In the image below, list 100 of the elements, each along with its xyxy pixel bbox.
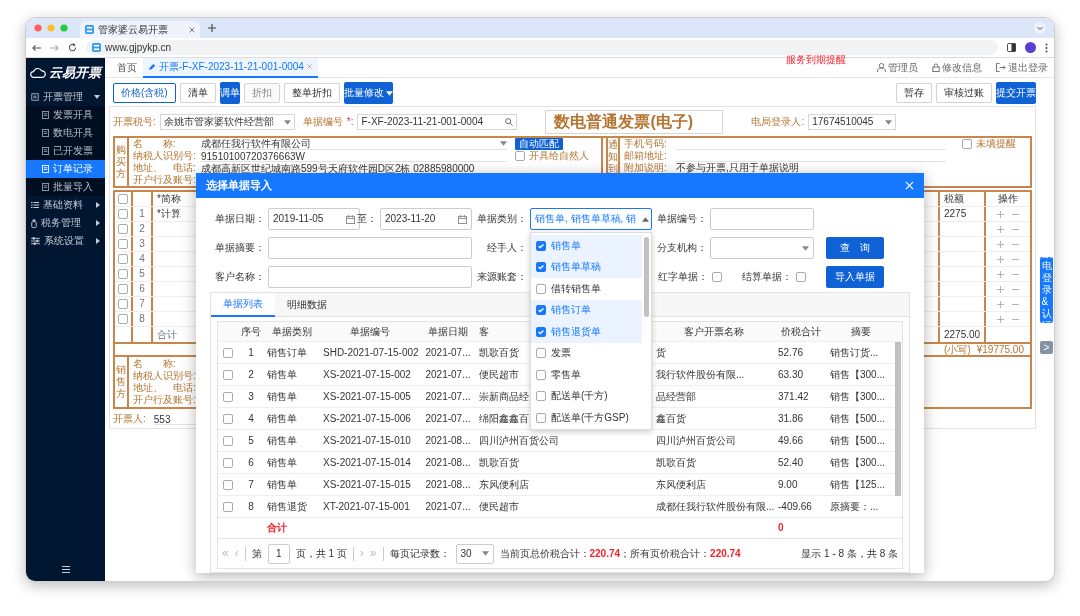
import-button[interactable]: 导入单据: [826, 266, 884, 288]
checkbox[interactable]: [118, 239, 128, 249]
checkbox[interactable]: [536, 240, 546, 251]
checkbox[interactable]: [118, 224, 128, 234]
match-button[interactable]: 自动匹配: [515, 138, 563, 150]
close-icon[interactable]: [189, 26, 195, 33]
menu-option[interactable]: 零售单: [531, 364, 642, 386]
plus-icon[interactable]: [997, 285, 1004, 293]
sidebar-icon[interactable]: [1007, 43, 1016, 52]
close-icon[interactable]: [306, 64, 312, 69]
checkbox[interactable]: [223, 436, 233, 446]
checkbox[interactable]: [536, 262, 546, 273]
menu-option[interactable]: 配送单(千方GSP): [531, 407, 642, 429]
menu-option[interactable]: 销售单: [531, 235, 642, 257]
select-field[interactable]: [710, 237, 814, 259]
menu-option[interactable]: 销售订单: [531, 299, 642, 321]
new-tab-icon[interactable]: [208, 24, 216, 32]
toolbar-button[interactable]: 提交开票: [996, 82, 1036, 104]
checkbox[interactable]: [118, 209, 128, 219]
checkbox[interactable]: [223, 480, 233, 490]
back-icon[interactable]: [32, 43, 41, 52]
calendar-icon[interactable]: [346, 214, 355, 224]
input-field[interactable]: [268, 237, 472, 259]
plus-icon[interactable]: [997, 315, 1004, 323]
select-field[interactable]: 余姚市管家婆软件经营部: [159, 114, 295, 130]
tab[interactable]: 单据列表: [211, 293, 275, 317]
checkbox[interactable]: [536, 283, 546, 294]
checkbox[interactable]: [118, 314, 128, 324]
checkbox[interactable]: [962, 139, 972, 149]
browser-tab[interactable]: 管家婆云易开票: [80, 21, 200, 38]
checkbox[interactable]: [223, 501, 233, 512]
checkbox[interactable]: [118, 299, 128, 309]
page-tab[interactable]: 首页: [111, 57, 143, 78]
checkbox[interactable]: [223, 458, 233, 468]
toolbar-button[interactable]: 调单: [219, 82, 240, 104]
menu-option[interactable]: 销售退货单: [531, 321, 642, 343]
plus-icon[interactable]: [997, 210, 1004, 218]
toolbar-button[interactable]: 暂存: [896, 83, 932, 103]
select-field[interactable]: 成都任我行软件有限公司: [201, 138, 507, 150]
checkbox[interactable]: [118, 194, 128, 204]
checkbox[interactable]: [536, 391, 546, 402]
toolbar-button[interactable]: 批量修改: [343, 82, 394, 104]
toolbar-button[interactable]: 清单: [179, 83, 216, 103]
input-field[interactable]: [710, 208, 814, 230]
plus-icon[interactable]: [997, 300, 1004, 308]
forward-icon[interactable]: [50, 43, 59, 52]
minus-icon[interactable]: [1012, 273, 1019, 275]
plus-icon[interactable]: [997, 225, 1004, 233]
menu-option[interactable]: 销售单草稿: [531, 256, 642, 278]
input-field[interactable]: 91510100720376663W: [201, 150, 507, 162]
minus-icon[interactable]: [1012, 228, 1019, 230]
input-field[interactable]: [268, 266, 472, 288]
checkbox[interactable]: [223, 392, 233, 402]
minus-icon[interactable]: [1012, 213, 1019, 215]
minus-icon[interactable]: [1012, 318, 1019, 320]
address-field[interactable]: www.gjpykp.cn: [86, 40, 998, 55]
window-buttons-icon[interactable]: [34, 24, 70, 32]
minus-icon[interactable]: [1012, 288, 1019, 290]
checkbox[interactable]: [536, 412, 546, 423]
multi-select-field[interactable]: 销售单, 销售单草稿, 销: [530, 208, 652, 230]
menu-option[interactable]: 借转销售单: [531, 278, 642, 300]
checkbox[interactable]: [118, 254, 128, 264]
checkbox[interactable]: [223, 348, 233, 358]
header-link[interactable]: 管理员: [877, 61, 918, 74]
menu-option[interactable]: 配送单(千方): [531, 385, 642, 407]
calendar-icon[interactable]: [458, 214, 467, 224]
scrollbar[interactable]: [644, 237, 649, 317]
toolbar-button[interactable]: 审核过账: [936, 83, 992, 103]
minus-icon[interactable]: [1012, 243, 1019, 245]
header-link[interactable]: 修改信息: [932, 61, 982, 74]
plus-icon[interactable]: [997, 255, 1004, 263]
checkbox[interactable]: [796, 272, 806, 282]
checkbox[interactable]: [223, 370, 233, 380]
select-field[interactable]: 17674510045: [808, 114, 897, 130]
date-field[interactable]: 2023-11-20: [380, 208, 472, 230]
invoice-type-select[interactable]: 数电普通发票(电子): [545, 110, 724, 134]
header-link[interactable]: 退出登录: [996, 61, 1048, 74]
reload-icon[interactable]: [68, 43, 77, 52]
menu-icon[interactable]: [1045, 42, 1048, 53]
minus-icon[interactable]: [1012, 303, 1019, 305]
checkbox[interactable]: [515, 151, 525, 161]
minus-icon[interactable]: [1012, 258, 1019, 260]
menu-option[interactable]: 发票: [531, 342, 642, 364]
submenu-item[interactable]: 已开发票: [26, 142, 105, 160]
page-field[interactable]: 1: [267, 543, 290, 564]
input-field[interactable]: F-XF-2023-11-21-001-0004: [357, 114, 518, 130]
query-button[interactable]: 查 询: [826, 237, 884, 259]
plus-icon[interactable]: [997, 270, 1004, 278]
checkbox[interactable]: [223, 414, 233, 424]
page-tab[interactable]: 开票-F-XF-2023-11-21-001-0004: [143, 57, 318, 78]
checkbox[interactable]: [536, 348, 546, 359]
checkbox[interactable]: [712, 272, 722, 282]
page-size-select[interactable]: 30: [455, 543, 494, 564]
plus-icon[interactable]: [997, 240, 1004, 248]
toolbar-button[interactable]: 整单折扣: [283, 83, 340, 103]
checkbox[interactable]: [118, 284, 128, 294]
chevron-down-icon[interactable]: [1034, 22, 1046, 34]
scrollbar[interactable]: [895, 342, 901, 364]
tab[interactable]: 明细数据: [275, 293, 339, 317]
toolbar-button[interactable]: 价格(含税): [113, 83, 176, 103]
